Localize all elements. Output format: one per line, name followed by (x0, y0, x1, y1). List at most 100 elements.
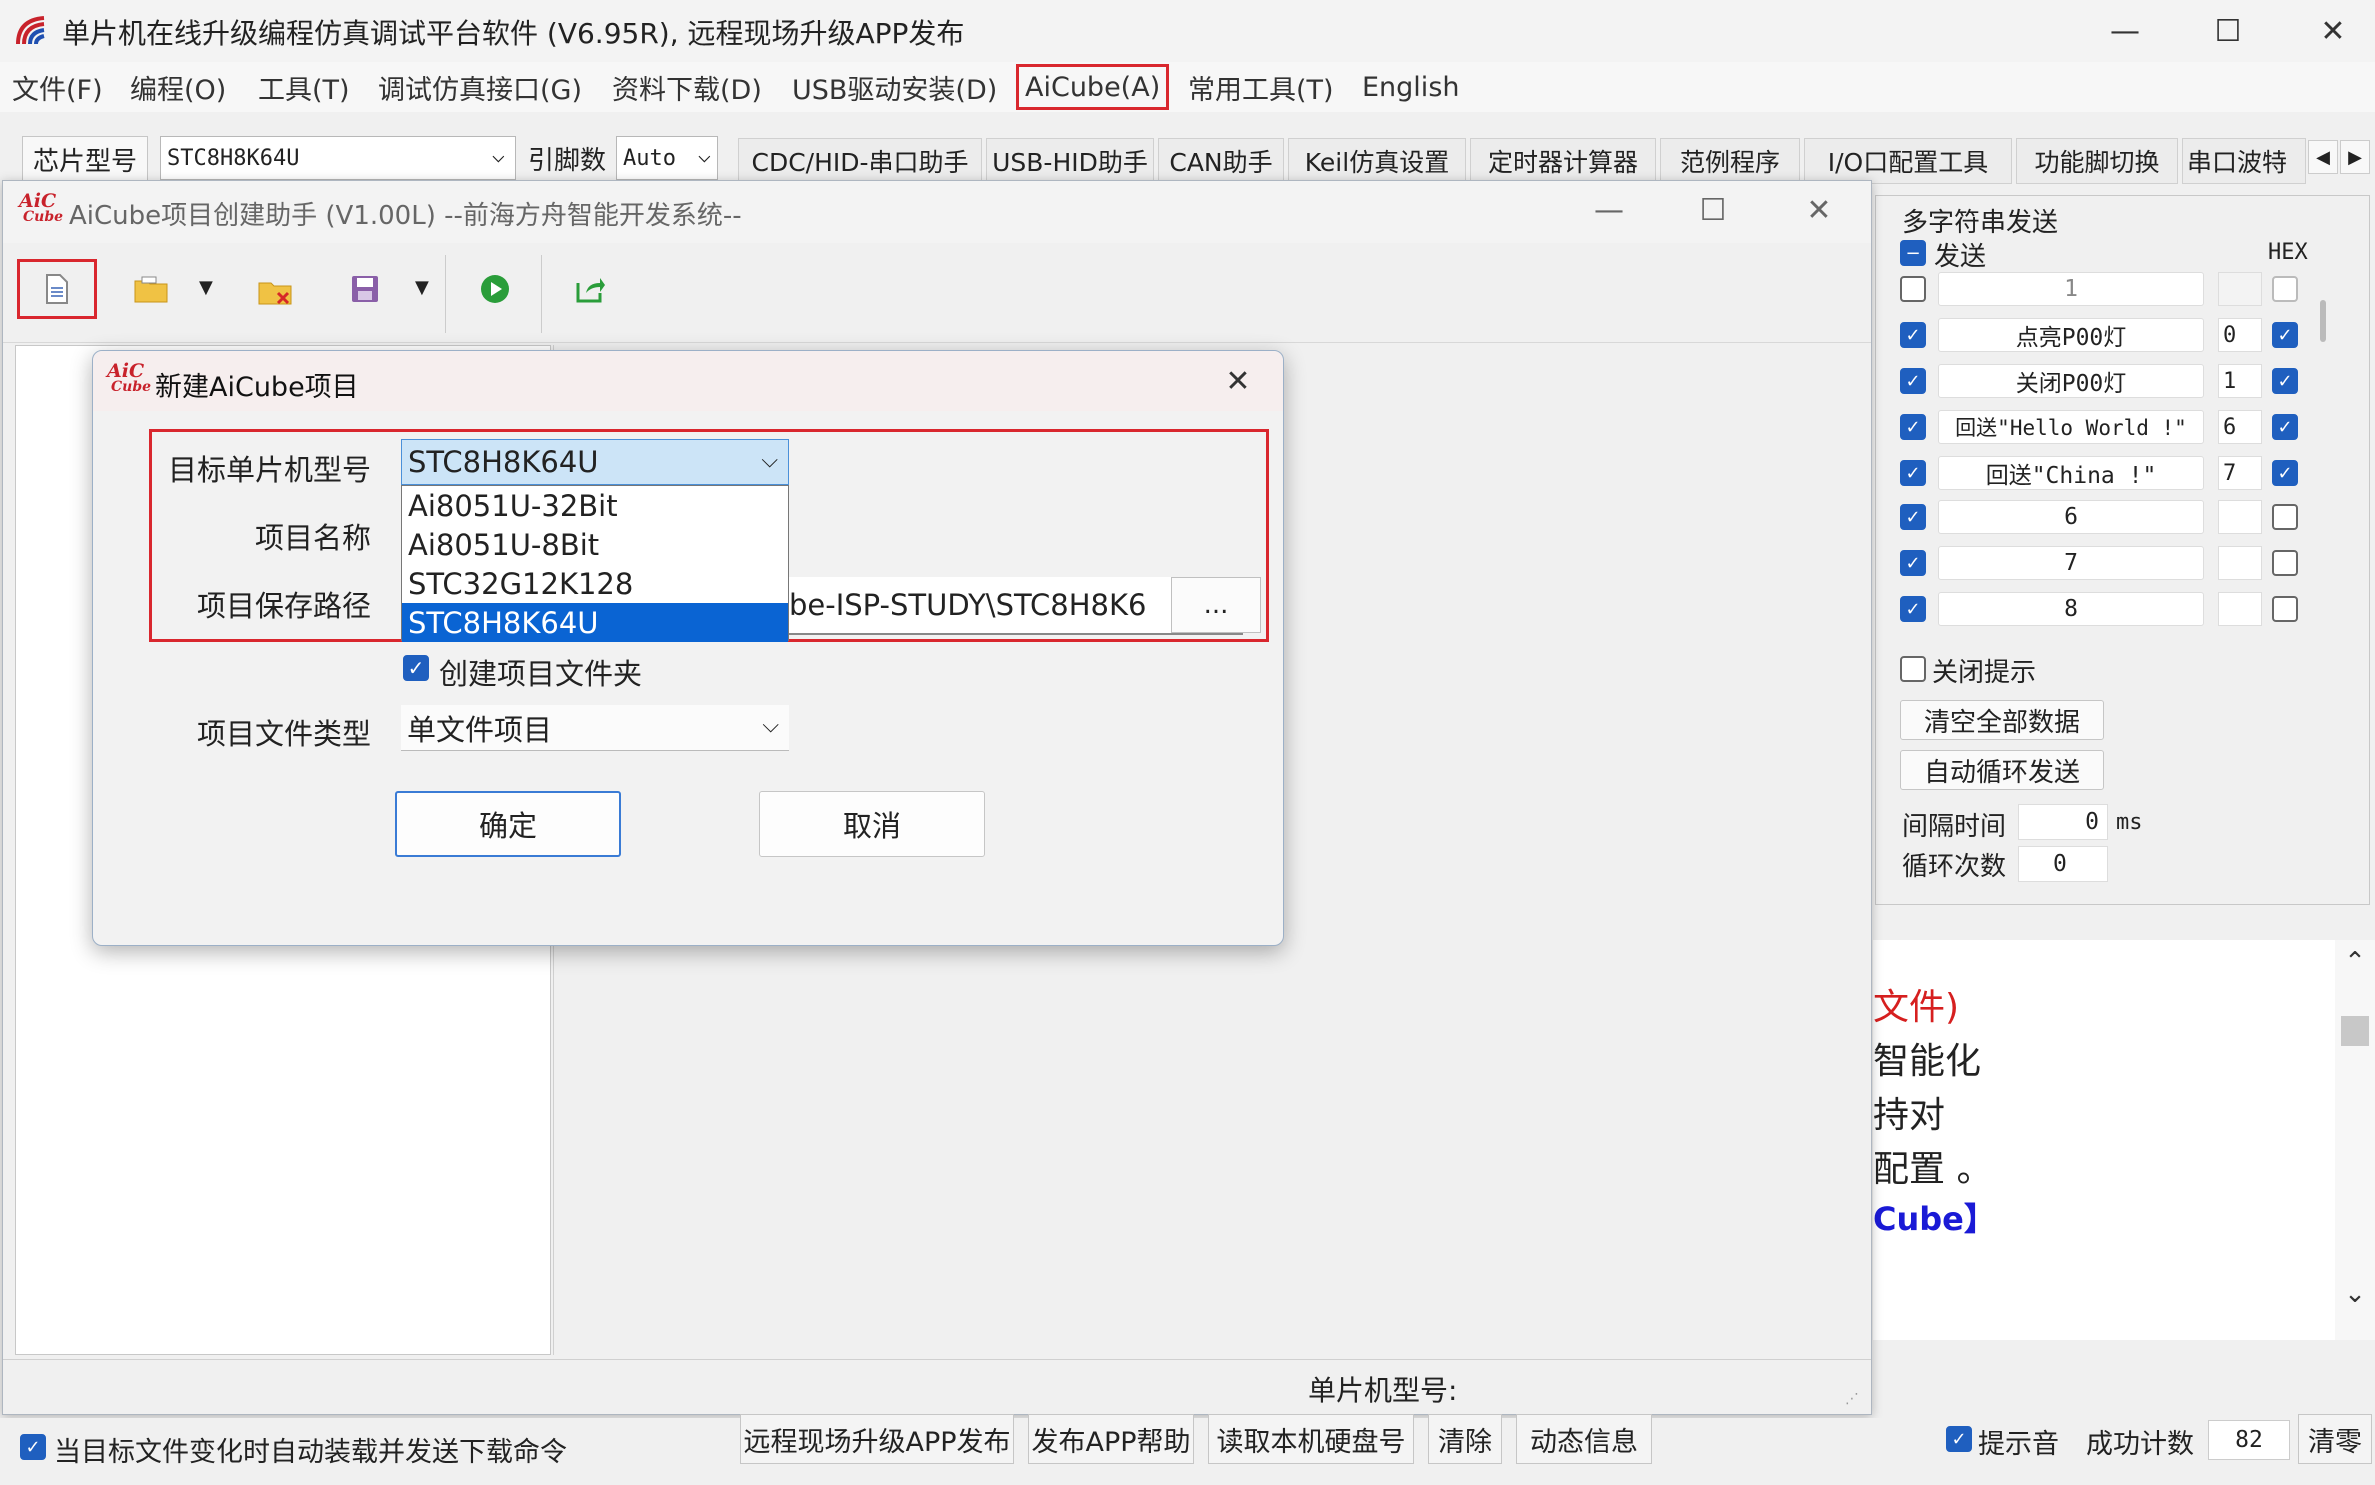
dynamic-info-button[interactable]: 动态信息 (1516, 1414, 1652, 1464)
multi-send-scrollbar[interactable] (2320, 300, 2326, 342)
interval-input[interactable]: 0 (2018, 804, 2108, 840)
close-hint-checkbox[interactable] (1900, 656, 1926, 682)
clear-button[interactable]: 清除 (1428, 1414, 1502, 1464)
cancel-button[interactable]: 取消 (759, 791, 985, 857)
row-3-send-button[interactable]: 关闭P00灯 (1938, 364, 2204, 398)
menu-tools[interactable]: 工具(T) (258, 62, 350, 112)
menu-english[interactable]: English (1362, 62, 1460, 112)
log-scrollbar[interactable]: ⌃ ⌄ (2335, 940, 2375, 1340)
remote-upgrade-publish-button[interactable]: 远程现场升级APP发布 (740, 1414, 1014, 1464)
row-5-send-checkbox[interactable]: ✓ (1900, 460, 1926, 486)
row-6-hex-checkbox[interactable] (2272, 504, 2298, 530)
row-8-hex-checkbox[interactable] (2272, 596, 2298, 622)
browse-path-button[interactable]: ... (1171, 577, 1261, 633)
ok-button[interactable]: 确定 (395, 791, 621, 857)
row-2-hex-input[interactable]: 0 (2218, 318, 2262, 352)
row-8-send-checkbox[interactable]: ✓ (1900, 596, 1926, 622)
open-project-button[interactable] (129, 267, 173, 311)
dialog-close-button[interactable]: ✕ (1213, 359, 1263, 403)
export-button[interactable] (569, 267, 613, 311)
tab-scroll-left-icon[interactable]: ◀ (2308, 140, 2338, 174)
tab-timer-calc[interactable]: 定时器计算器 (1470, 138, 1656, 184)
row-8-hex-input[interactable] (2218, 592, 2262, 626)
scroll-up-icon[interactable]: ⌃ (2335, 944, 2375, 980)
menu-download[interactable]: 资料下载(D) (612, 62, 762, 112)
tab-usb-hid[interactable]: USB-HID助手 (986, 138, 1154, 184)
row-3-send-checkbox[interactable]: ✓ (1900, 368, 1926, 394)
save-button[interactable] (343, 267, 387, 311)
publish-app-help-button[interactable]: 发布APP帮助 (1028, 1414, 1194, 1464)
mcu-option[interactable]: Ai8051U-8Bit (402, 525, 788, 564)
tab-can[interactable]: CAN助手 (1158, 138, 1284, 184)
chip-type-value: STC8H8K64U (167, 145, 300, 171)
mcu-option-selected[interactable]: STC8H8K64U (402, 603, 788, 642)
save-dropdown-icon[interactable]: ▼ (415, 277, 429, 298)
sound-hint-checkbox[interactable]: ✓ (1946, 1426, 1972, 1452)
row-7-send-button[interactable]: 7 (1938, 546, 2204, 580)
tab-cdc-hid-serial[interactable]: CDC/HID-串口助手 (738, 138, 982, 184)
target-mcu-select[interactable]: STC8H8K64U ⌵ (401, 439, 789, 485)
row-7-send-checkbox[interactable]: ✓ (1900, 550, 1926, 576)
menu-file[interactable]: 文件(F) (12, 62, 103, 112)
mcu-option[interactable]: Ai8051U-32Bit (402, 486, 788, 525)
row-6-send-button[interactable]: 6 (1938, 500, 2204, 534)
aicube-maximize-button[interactable]: ☐ (1673, 185, 1753, 235)
maximize-button[interactable]: ☐ (2188, 6, 2268, 56)
mcu-option[interactable]: STC32G12K128 (402, 564, 788, 603)
row-6-send-checkbox[interactable]: ✓ (1900, 504, 1926, 530)
row-3-hex-checkbox[interactable]: ✓ (2272, 368, 2298, 394)
row-2-hex-checkbox[interactable]: ✓ (2272, 322, 2298, 348)
resize-grip-icon[interactable]: ⋰ (1845, 1391, 1859, 1407)
open-dropdown-icon[interactable]: ▼ (199, 277, 213, 298)
create-folder-checkbox[interactable]: ✓ (403, 655, 429, 681)
row-7-hex-checkbox[interactable] (2272, 550, 2298, 576)
row-1-send-button[interactable]: 1 (1938, 272, 2204, 306)
clear-all-data-button[interactable]: 清空全部数据 (1900, 700, 2104, 740)
pin-count-select[interactable]: Auto ⌵ (616, 136, 718, 180)
row-5-hex-checkbox[interactable]: ✓ (2272, 460, 2298, 486)
row-4-send-checkbox[interactable]: ✓ (1900, 414, 1926, 440)
tab-io-config[interactable]: I/O口配置工具 (1804, 138, 2012, 184)
close-button[interactable]: ✕ (2293, 6, 2373, 56)
menu-debug-interface[interactable]: 调试仿真接口(G) (378, 62, 582, 112)
tab-scroll-right-icon[interactable]: ▶ (2340, 140, 2370, 174)
row-4-hex-checkbox[interactable]: ✓ (2272, 414, 2298, 440)
loop-count-input[interactable]: 0 (2018, 846, 2108, 882)
row-6-hex-input[interactable] (2218, 500, 2262, 534)
auto-loop-send-button[interactable]: 自动循环发送 (1900, 750, 2104, 790)
tab-keil-sim[interactable]: Keil仿真设置 (1288, 138, 1466, 184)
project-type-select[interactable]: 单文件项目 ⌵ (401, 705, 789, 751)
close-project-button[interactable] (253, 269, 297, 313)
tab-examples[interactable]: 范例程序 (1660, 138, 1800, 184)
run-button[interactable] (473, 267, 517, 311)
chip-type-select[interactable]: STC8H8K64U ⌵ (160, 136, 516, 180)
menu-usb-driver[interactable]: USB驱动安装(D) (792, 62, 997, 112)
row-5-send-button[interactable]: 回送"China !" (1938, 456, 2204, 490)
row-7-hex-input[interactable] (2218, 546, 2262, 580)
row-3-hex-input[interactable]: 1 (2218, 364, 2262, 398)
menu-program[interactable]: 编程(O) (130, 62, 226, 112)
scroll-down-icon[interactable]: ⌄ (2335, 1276, 2375, 1312)
menu-aicube[interactable]: AiCube(A) (1016, 64, 1170, 110)
row-1-send-checkbox[interactable] (1900, 276, 1926, 302)
auto-load-checkbox[interactable]: ✓ (20, 1434, 46, 1460)
tab-pin-switch[interactable]: 功能脚切换 (2016, 138, 2178, 184)
row-4-hex-input[interactable]: 6 (2218, 410, 2262, 444)
minimize-button[interactable]: — (2085, 6, 2165, 56)
read-disk-id-button[interactable]: 读取本机硬盘号 (1208, 1414, 1414, 1464)
row-2-send-checkbox[interactable]: ✓ (1900, 322, 1926, 348)
aicube-close-button[interactable]: ✕ (1779, 185, 1859, 235)
row-5-hex-input[interactable]: 7 (2218, 456, 2262, 490)
aicube-minimize-button[interactable]: — (1569, 185, 1649, 235)
send-all-checkbox[interactable]: − (1900, 240, 1926, 266)
tab-serial-waveform[interactable]: 串口波特 (2182, 138, 2306, 184)
row-2-send-button[interactable]: 点亮P00灯 (1938, 318, 2204, 352)
menu-common-tools[interactable]: 常用工具(T) (1188, 62, 1334, 112)
row-1-hex-input[interactable] (2218, 272, 2262, 306)
row-4-send-button[interactable]: 回送"Hello World !" (1938, 410, 2204, 444)
row-1-hex-checkbox[interactable] (2272, 276, 2298, 302)
reset-count-button[interactable]: 清零 (2298, 1414, 2372, 1464)
scroll-thumb[interactable] (2341, 1016, 2369, 1046)
new-project-button[interactable] (17, 259, 97, 319)
row-8-send-button[interactable]: 8 (1938, 592, 2204, 626)
